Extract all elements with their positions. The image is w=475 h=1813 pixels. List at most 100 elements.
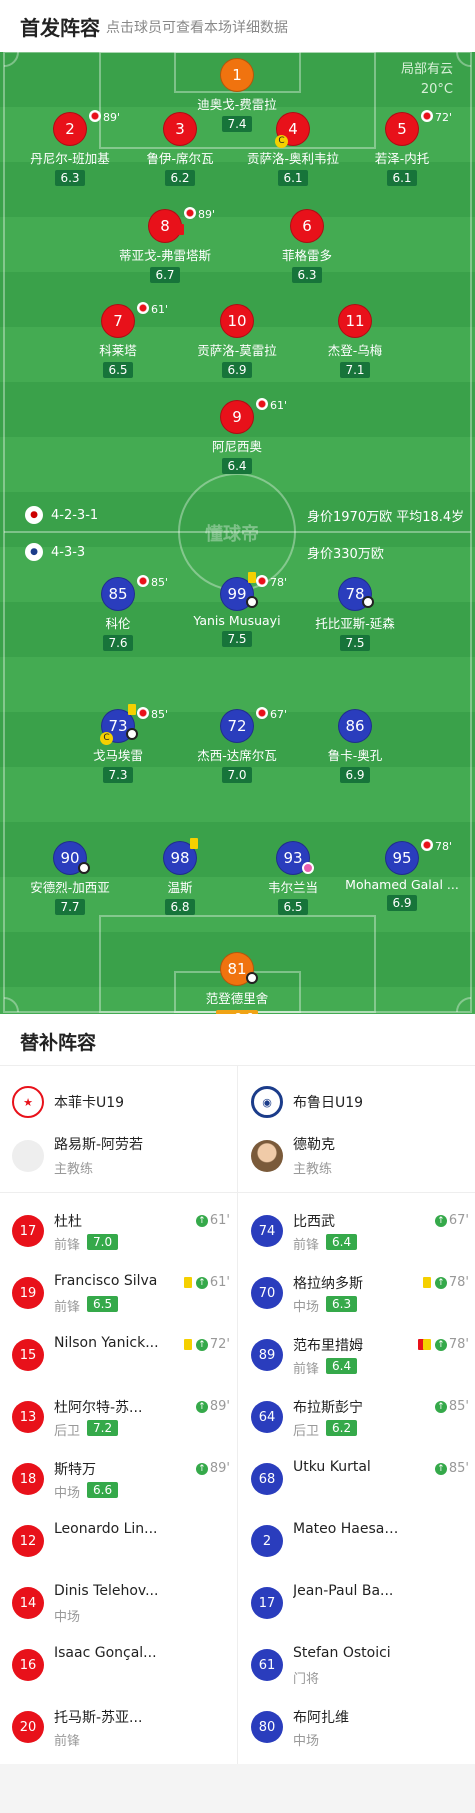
player-name: Mohamed Galal ... xyxy=(345,877,459,892)
home-sub-player[interactable]: 12 Leonardo Lin... xyxy=(12,1511,230,1571)
player-rating: 6.9 xyxy=(340,767,370,783)
sub-out-icon xyxy=(256,707,268,719)
sub-in-icon: ↑ xyxy=(195,1338,208,1351)
subs-hline xyxy=(0,1192,475,1193)
yellow-card-icon xyxy=(190,838,198,849)
away-player[interactable]: 95 Mohamed Galal ... 6.9 78' xyxy=(327,839,475,911)
player-name: 蒂亚戈-弗雷塔斯 xyxy=(118,248,211,263)
home-team-header[interactable]: ★ 本菲卡U19 xyxy=(12,1082,124,1122)
sub-position: 中场 xyxy=(293,1734,320,1749)
rating-value: 7.6 xyxy=(108,636,128,650)
away-player[interactable]: 78 托比亚斯-延森 7.5 xyxy=(280,577,430,651)
pitch: 局部有云 20°C 懂球帝 ● 4-2-3-1 身价1970万欧 平均18.4岁… xyxy=(0,52,475,1014)
away-sub-player[interactable]: 68 Utku Kurtal ↑ 85' xyxy=(251,1449,469,1509)
player-rating: 6.3 xyxy=(55,170,85,186)
sub-out-marker: 61' xyxy=(256,398,287,412)
player-number: 9 xyxy=(220,400,254,434)
sub-out-icon xyxy=(137,302,149,314)
sub-out-icon xyxy=(137,707,149,719)
sub-number: 16 xyxy=(12,1649,44,1681)
away-sub-player[interactable]: 80 布阿扎维 中场 xyxy=(251,1697,469,1757)
player-number: 85 xyxy=(101,577,135,611)
sub-name: Isaac Gonçal... xyxy=(54,1645,157,1661)
rating-value: 6.1 xyxy=(283,171,303,185)
away-sub-player[interactable]: 61 Stefan Ostoici 门将 xyxy=(251,1635,469,1695)
sub-number: 19 xyxy=(12,1277,44,1309)
brugge-crest-icon: ● xyxy=(25,543,43,561)
sub-in-minute: 78' xyxy=(448,1337,469,1352)
home-player[interactable]: 11 杰登-乌梅 7.1 xyxy=(280,304,430,378)
sub-number: 68 xyxy=(251,1463,283,1495)
home-value: 身价1970万欧 平均18.4岁 xyxy=(307,510,465,525)
home-sub-player[interactable]: 19 Francisco Silva 前锋 6.5 ↑ 61' xyxy=(12,1263,230,1323)
player-rating: 6.2 xyxy=(165,170,195,186)
home-sub-player[interactable]: 13 杜阿尔特-苏... 后卫 7.2 ↑ 89' xyxy=(12,1387,230,1447)
lineup-page: 首发阵容 点击球员可查看本场详细数据 局部有云 20°C 懂球帝 ● 4-2-3… xyxy=(0,0,475,1813)
home-sub-player[interactable]: 20 托马斯-苏亚... 前锋 xyxy=(12,1697,230,1757)
away-sub-player[interactable]: 2 Mateo Haesaert xyxy=(251,1511,469,1571)
subs-header: 替补阵容 xyxy=(0,1014,475,1066)
sub-out-icon xyxy=(137,575,149,587)
yellow-card-icon xyxy=(183,1277,192,1288)
away-sub-player[interactable]: 17 Jean-Paul Ba... xyxy=(251,1573,469,1633)
home-sub-player[interactable]: 15 Nilson Yanick... ↑ 72' xyxy=(12,1325,230,1385)
player-number: 1 xyxy=(220,58,254,92)
goal-ball-icon xyxy=(246,972,258,984)
player-name: 若泽-内托 xyxy=(374,151,430,166)
home-player[interactable]: 6 菲格雷多 6.3 xyxy=(232,209,382,283)
home-sub-player[interactable]: 16 Isaac Gonçal... xyxy=(12,1635,230,1695)
sub-event: ↑ 85' xyxy=(434,1461,469,1476)
weather-info: 局部有云 20°C xyxy=(401,60,453,100)
sub-in-minute: 78' xyxy=(448,1275,469,1290)
rating-value: 7.7 xyxy=(60,900,80,914)
sub-number: 74 xyxy=(251,1215,283,1247)
home-sub-player[interactable]: 18 斯特万 中场 6.6 ↑ 89' xyxy=(12,1449,230,1509)
away-sub-player[interactable]: 89 范布里措姆 前锋 6.4 ↑ 78' xyxy=(251,1325,469,1385)
player-number: 3 xyxy=(163,112,197,146)
away-sub-player[interactable]: 70 格拉纳多斯 中场 6.3 ↑ 78' xyxy=(251,1263,469,1323)
away-coach[interactable]: 德勒克 主教练 xyxy=(251,1132,471,1180)
coach-avatar-icon xyxy=(12,1140,44,1172)
sub-minute: 72' xyxy=(435,111,453,124)
sub-in-minute: 85' xyxy=(448,1399,469,1414)
sub-rating: 6.4 xyxy=(326,1358,358,1374)
home-coach[interactable]: 路易斯-阿劳若 主教练 xyxy=(12,1132,232,1180)
away-value: 身价330万欧 xyxy=(307,547,384,562)
sub-in-icon: ↑ xyxy=(434,1338,447,1351)
sub-event: ↑ 89' xyxy=(195,1461,230,1476)
home-player[interactable]: 5 若泽-内托 6.1 72' xyxy=(327,110,475,186)
player-number: 2 xyxy=(53,112,87,146)
home-player[interactable]: 9 阿尼西奥 6.4 61' xyxy=(162,398,312,474)
player-rating: 7.5 xyxy=(340,635,370,651)
sub-number: 64 xyxy=(251,1401,283,1433)
rating-value: 6.2 xyxy=(170,171,190,185)
player-number: 10 xyxy=(220,304,254,338)
sub-position: 后卫 xyxy=(293,1424,320,1439)
sub-rating: 6.4 xyxy=(326,1234,358,1250)
rating-value: 7.1 xyxy=(345,363,365,377)
sub-event: ↑ 78' xyxy=(422,1275,469,1290)
away-sub-player[interactable]: 64 布拉斯彭宁 后卫 6.2 ↑ 85' xyxy=(251,1387,469,1447)
sub-out-icon xyxy=(256,575,268,587)
home-sub-player[interactable]: 17 杜杜 前锋 7.0 ↑ 61' xyxy=(12,1201,230,1261)
player-rating: 7.5 xyxy=(222,631,252,647)
subs-divider xyxy=(237,1066,238,1764)
sub-position: 中场 xyxy=(54,1486,81,1501)
player-rating: 7.6 xyxy=(103,635,133,651)
home-sub-player[interactable]: 14 Dinis Telehov... 中场 xyxy=(12,1573,230,1633)
away-team-header[interactable]: ◉ 布鲁日U19 xyxy=(251,1082,363,1122)
sub-number: 17 xyxy=(251,1587,283,1619)
away-formation: 4-3-3 xyxy=(51,544,86,560)
yellow-card-icon xyxy=(422,1339,431,1350)
away-player[interactable]: 86 鲁卡-奥孔 6.9 xyxy=(280,709,430,783)
rating-value: 6.5 xyxy=(283,900,303,914)
home-player[interactable]: 8 蒂亚戈-弗雷塔斯 6.7 89' xyxy=(90,207,240,283)
player-number: 5 xyxy=(385,112,419,146)
sub-number: 13 xyxy=(12,1401,44,1433)
away-sub-player[interactable]: 74 比西武 前锋 6.4 ↑ 67' xyxy=(251,1201,469,1261)
away-player[interactable]: 81范登德里舍★ 8.6 xyxy=(162,952,312,1014)
sub-out-icon xyxy=(421,110,433,122)
lineup-subtitle: 点击球员可查看本场详细数据 xyxy=(106,20,288,36)
sub-name: 托马斯-苏亚... xyxy=(54,1710,143,1726)
sub-position: 前锋 xyxy=(293,1238,320,1253)
